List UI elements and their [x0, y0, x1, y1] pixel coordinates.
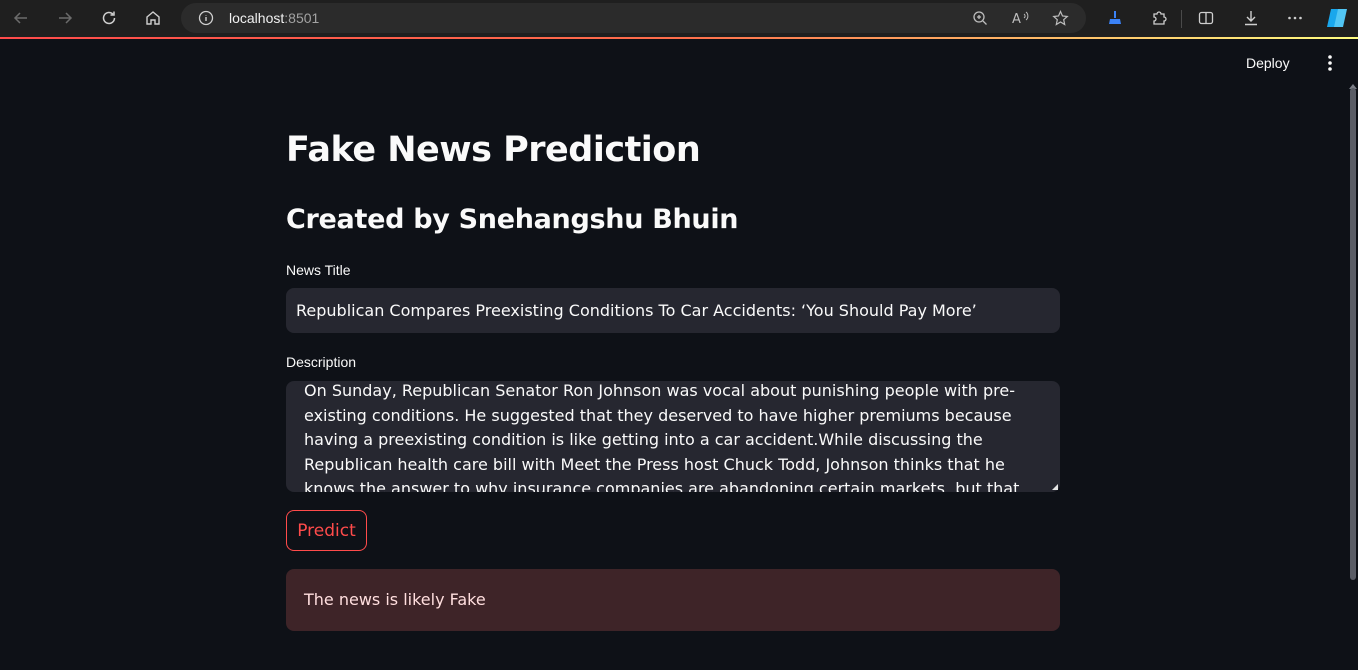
home-icon[interactable]	[139, 4, 167, 32]
description-label: Description	[286, 354, 357, 370]
read-aloud-icon[interactable]: A	[1012, 10, 1030, 31]
forward-icon[interactable]	[51, 4, 79, 32]
description-text: On Sunday, Republican Senator Ron Johnso…	[304, 381, 1025, 492]
description-textarea[interactable]: On Sunday, Republican Senator Ron Johnso…	[286, 381, 1060, 492]
downloads-icon[interactable]	[1237, 4, 1265, 32]
scrollbar-thumb[interactable]	[1350, 88, 1356, 580]
refresh-icon[interactable]	[95, 4, 123, 32]
news-title-input[interactable]: Republican Compares Preexisting Conditio…	[286, 288, 1060, 333]
page-title: Fake News Prediction	[286, 130, 701, 170]
page-subtitle: Created by Snehangshu Bhuin	[286, 204, 739, 235]
back-icon[interactable]	[7, 4, 35, 32]
toolbar-divider	[1181, 10, 1182, 28]
split-screen-icon[interactable]	[1192, 4, 1220, 32]
copilot-icon[interactable]	[1323, 4, 1351, 32]
news-title-label: News Title	[286, 262, 351, 278]
deploy-button[interactable]: Deploy	[1246, 52, 1290, 74]
address-bar[interactable]: localhost:8501 A	[181, 3, 1086, 33]
prediction-result-alert: The news is likely Fake	[286, 569, 1060, 631]
streamlit-header-decoration	[0, 37, 1358, 39]
extension-broom-icon[interactable]	[1101, 4, 1129, 32]
predict-button[interactable]: Predict	[286, 510, 367, 551]
extensions-puzzle-icon[interactable]	[1145, 4, 1173, 32]
more-options-icon[interactable]	[1281, 4, 1309, 32]
favorite-star-icon[interactable]	[1052, 10, 1069, 32]
main-menu-icon[interactable]	[1322, 53, 1338, 78]
url-text: localhost:8501	[229, 10, 320, 26]
zoom-icon[interactable]	[972, 10, 988, 31]
site-info-icon[interactable]	[198, 10, 214, 31]
svg-text:A: A	[1012, 12, 1021, 26]
textarea-resize-handle[interactable]	[1052, 484, 1058, 490]
browser-toolbar: localhost:8501 A	[0, 0, 1358, 37]
